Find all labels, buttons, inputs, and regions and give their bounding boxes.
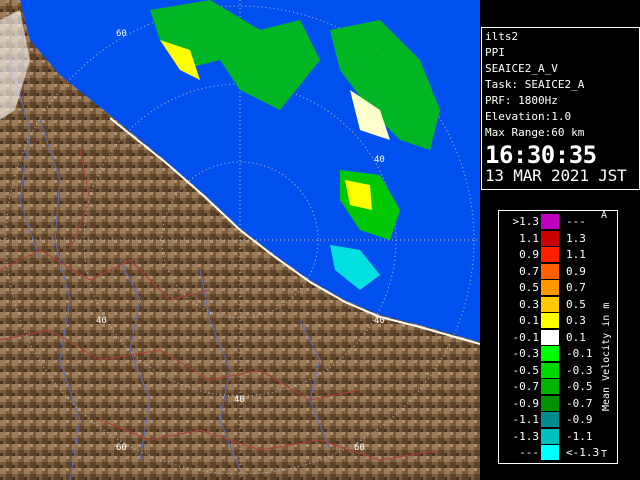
range-label: 40 <box>96 316 107 326</box>
legend-color-swatch <box>541 230 559 246</box>
legend-lower-bound: >1.3 <box>512 215 540 228</box>
legend-upper-bound: -0.9 <box>566 413 593 426</box>
legend-row: 0.9 1.1 <box>499 247 617 262</box>
legend-lower-bound: 0.1 <box>519 314 539 327</box>
elevation-value: Elevation:1.0 <box>485 110 572 123</box>
max-range-value: Max Range:60 km <box>485 126 585 139</box>
legend-lower-bound: -1.1 <box>512 413 540 426</box>
legend-lower-bound: --- <box>519 446 539 459</box>
legend-color-swatch <box>541 313 559 328</box>
legend-color-swatch <box>541 329 559 345</box>
legend-lower-bound: -0.9 <box>512 396 540 410</box>
legend-upper-bound: 0.3 <box>566 314 586 327</box>
legend-lower-bound: -0.3 <box>512 347 540 360</box>
scan-type: PPI <box>485 46 505 59</box>
range-label: 60 <box>116 29 127 39</box>
legend-upper-bound: 0.7 <box>566 281 586 294</box>
legend-row: 0.5 0.7 <box>499 280 617 295</box>
product-name: SEAICE2_A_V <box>485 62 558 75</box>
legend-axis-label: Mean Velocity in m/s <box>601 303 612 411</box>
radar-ppi-display: 60 40 40 40 40 60 60 <box>0 0 480 480</box>
legend-row: >1.3 --- <box>499 214 617 229</box>
legend-color-swatch <box>541 445 559 460</box>
legend-upper-bound: 1.3 <box>566 231 586 245</box>
legend-upper-bound: --- <box>566 215 586 228</box>
legend-lower-bound: 1.1 <box>519 231 539 245</box>
legend-upper-bound: -0.7 <box>566 396 593 410</box>
legend-upper-bound: -0.5 <box>566 380 593 393</box>
legend-color-swatch <box>541 412 559 427</box>
legend-color-swatch <box>541 280 559 295</box>
legend-upper-bound: <-1.3 <box>566 446 600 459</box>
scan-date: 13 MAR 2021 JST <box>485 166 627 185</box>
legend-lower-bound: -0.1 <box>512 330 540 344</box>
legend-lower-bound: -1.3 <box>512 429 540 443</box>
legend-color-swatch <box>541 296 559 312</box>
legend-lower-bound: -0.5 <box>512 363 540 377</box>
legend-row: --- <-1.3 <box>499 445 617 460</box>
legend-row: -1.1 -0.9 <box>499 412 617 427</box>
legend-upper-bound: 0.9 <box>566 264 586 278</box>
legend-color-swatch <box>541 247 559 262</box>
velocity-legend: >1.3 --- 1.1 1.3 0.9 1.1 0.7 0.9 0.5 0.7 0.3 0.5 0.1… <box>498 210 618 464</box>
range-label: 60 <box>354 443 365 453</box>
legend-lower-bound: 0.3 <box>519 297 539 311</box>
legend-upper-bound: -0.3 <box>566 363 593 377</box>
legend-color-swatch <box>541 379 559 394</box>
legend-color-swatch <box>541 263 559 279</box>
legend-lower-bound: -0.7 <box>512 380 540 393</box>
legend-color-swatch <box>541 428 559 444</box>
legend-color-swatch <box>541 362 559 378</box>
radar-site-name: ilts2 <box>485 30 519 43</box>
legend-color-swatch <box>541 395 559 411</box>
legend-color-swatch <box>541 214 559 229</box>
legend-upper-bound: -1.1 <box>566 429 593 443</box>
legend-upper-bound: -0.1 <box>566 347 593 360</box>
legend-top-mark: A <box>601 210 608 221</box>
legend-lower-bound: 0.9 <box>519 248 539 261</box>
legend-axis-text: Mean Velocity in m/s <box>601 303 612 411</box>
legend-lower-bound: 0.5 <box>519 281 539 294</box>
prf-value: PRF: 1800Hz <box>485 94 558 107</box>
radar-info-panel: ilts2 PPI SEAICE2_A_V Task: SEAICE2_A PR… <box>481 27 640 190</box>
range-label: 60 <box>116 443 127 453</box>
legend-row: 1.1 1.3 <box>499 230 617 246</box>
legend-row: -1.3 -1.1 <box>499 428 617 444</box>
scan-time: 16:30:35 <box>485 141 597 169</box>
legend-lower-bound: 0.7 <box>519 264 539 278</box>
task-name: Task: SEAICE2_A <box>485 78 585 91</box>
radar-map: 60 40 40 40 40 60 60 <box>0 0 480 480</box>
legend-upper-bound: 0.5 <box>566 297 586 311</box>
range-label: 40 <box>374 155 385 165</box>
legend-color-swatch <box>541 346 559 361</box>
legend-bottom-mark: T <box>601 449 608 460</box>
range-label: 40 <box>234 395 245 405</box>
legend-upper-bound: 0.1 <box>566 330 586 344</box>
range-label: 40 <box>374 316 385 326</box>
legend-upper-bound: 1.1 <box>566 248 586 261</box>
legend-row: 0.7 0.9 <box>499 263 617 279</box>
